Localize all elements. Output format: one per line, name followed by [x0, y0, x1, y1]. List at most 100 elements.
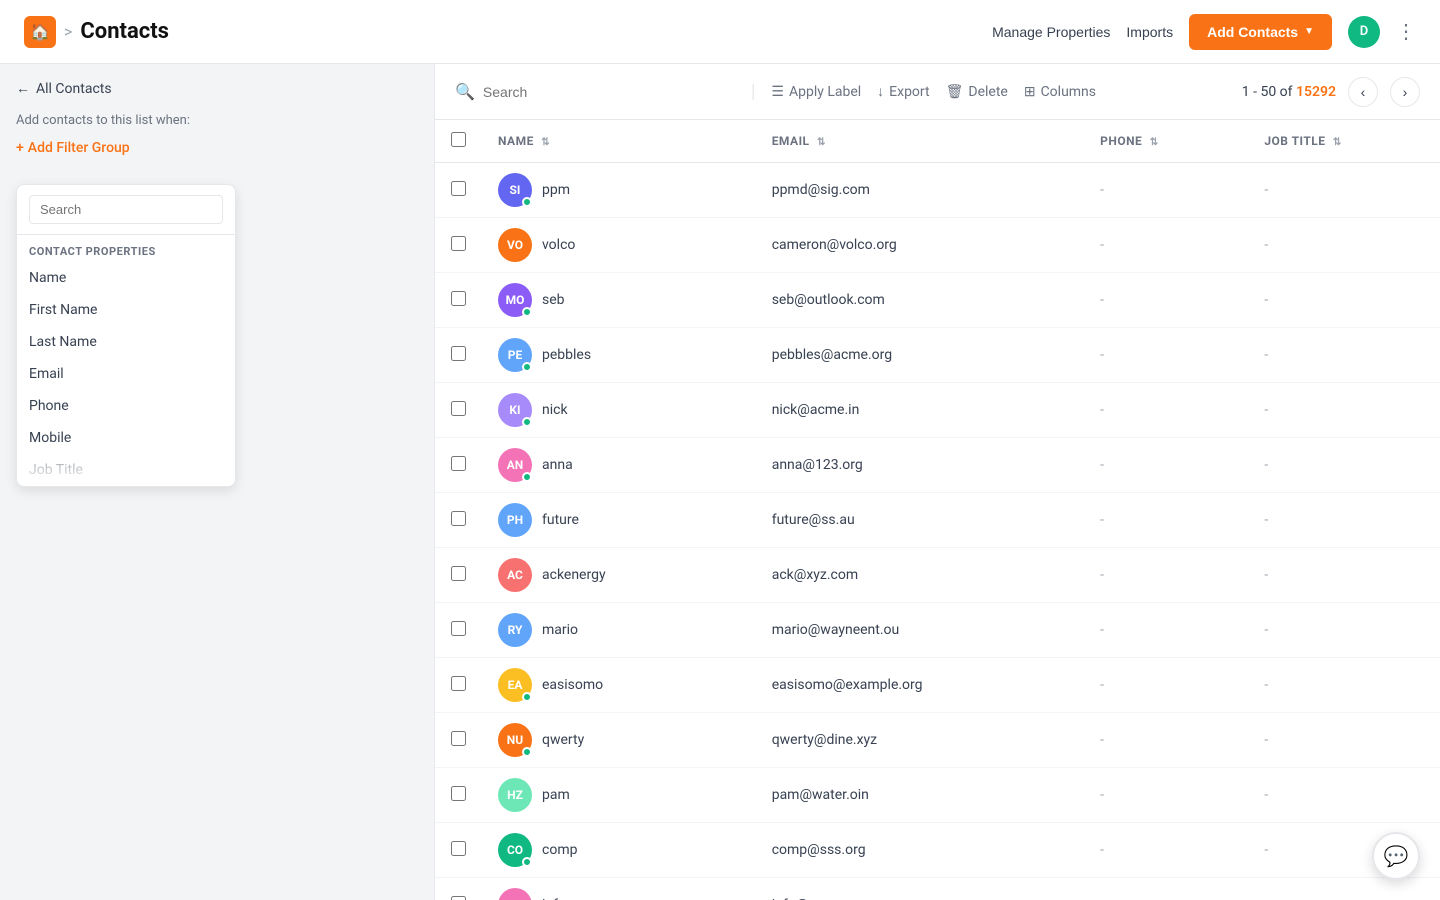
dropdown-item-name[interactable]: Name: [17, 262, 235, 294]
next-page-button[interactable]: ›: [1390, 77, 1420, 107]
imports-button[interactable]: Imports: [1126, 24, 1173, 40]
job-title-column-header[interactable]: JOB TITLE ⇅: [1248, 120, 1440, 163]
job-title-cell: -: [1248, 603, 1440, 658]
main-layout: ← All Contacts Add contacts to this list…: [0, 64, 1440, 900]
top-header: 🏠 > Contacts Manage Properties Imports A…: [0, 0, 1440, 64]
row-checkbox[interactable]: [451, 676, 466, 691]
row-checkbox[interactable]: [451, 896, 466, 900]
avatar-initials: HZ: [507, 788, 523, 802]
table-row[interactable]: HZ pam pam@water.oin - -: [435, 768, 1440, 823]
table-row[interactable]: AN info info@acme.com - -: [435, 878, 1440, 900]
row-checkbox-cell: [435, 768, 482, 823]
contact-phone: -: [1100, 567, 1104, 583]
dropdown-item-last-name[interactable]: Last Name: [17, 326, 235, 358]
phone-cell: -: [1084, 273, 1248, 328]
add-filter-group-button[interactable]: + Add Filter Group: [16, 140, 418, 156]
contact-name[interactable]: comp: [542, 842, 577, 858]
contact-email: ack@xyz.com: [772, 567, 858, 583]
row-checkbox[interactable]: [451, 236, 466, 251]
contact-name[interactable]: mario: [542, 622, 578, 638]
contact-name[interactable]: easisomo: [542, 677, 603, 693]
apply-label-button[interactable]: ☰ Apply Label: [771, 84, 861, 100]
table-row[interactable]: PE pebbles pebbles@acme.org - -: [435, 328, 1440, 383]
table-row[interactable]: MO seb seb@outlook.com - -: [435, 273, 1440, 328]
pagination-info: 1 - 50 of 15292: [1242, 84, 1336, 100]
job-title-cell: -: [1248, 768, 1440, 823]
filter-dropdown-panel: CONTACT PROPERTIES Name First Name Last …: [16, 184, 236, 487]
add-contacts-button[interactable]: Add Contacts ▼: [1189, 14, 1332, 50]
table-row[interactable]: EA easisomo easisomo@example.org - -: [435, 658, 1440, 713]
name-cell: NU qwerty: [482, 713, 756, 768]
table-row[interactable]: PH future future@ss.au - -: [435, 493, 1440, 548]
export-button[interactable]: ↓ Export: [877, 83, 929, 100]
delete-button[interactable]: 🗑 Delete: [946, 84, 1008, 100]
name-cell: EA easisomo: [482, 658, 756, 713]
table-row[interactable]: VO volco cameron@volco.org - -: [435, 218, 1440, 273]
columns-button[interactable]: ⊞ Columns: [1024, 84, 1096, 100]
phone-cell: -: [1084, 658, 1248, 713]
contact-name[interactable]: qwerty: [542, 732, 584, 748]
back-link[interactable]: ← All Contacts: [16, 80, 418, 97]
dropdown-search-input[interactable]: [29, 195, 223, 224]
email-cell: cameron@volco.org: [756, 218, 1084, 273]
table-row[interactable]: AC ackenergy ack@xyz.com - -: [435, 548, 1440, 603]
avatar: D: [1348, 16, 1380, 48]
dropdown-item-first-name[interactable]: First Name: [17, 294, 235, 326]
row-checkbox[interactable]: [451, 181, 466, 196]
contact-name[interactable]: volco: [542, 237, 575, 253]
table-row[interactable]: RY mario mario@wayneent.ou - -: [435, 603, 1440, 658]
contact-name[interactable]: seb: [542, 292, 565, 308]
dropdown-item-phone[interactable]: Phone: [17, 390, 235, 422]
row-checkbox[interactable]: [451, 841, 466, 856]
row-checkbox[interactable]: [451, 511, 466, 526]
home-icon[interactable]: 🏠: [24, 16, 56, 48]
contact-email: pam@water.oin: [772, 787, 869, 803]
contact-name[interactable]: anna: [542, 457, 573, 473]
contact-phone: -: [1100, 622, 1104, 638]
row-checkbox[interactable]: [451, 401, 466, 416]
export-label: Export: [889, 84, 929, 100]
phone-cell: -: [1084, 438, 1248, 493]
row-checkbox[interactable]: [451, 731, 466, 746]
contact-name[interactable]: ackenergy: [542, 567, 606, 583]
contact-name[interactable]: ppm: [542, 182, 570, 198]
contact-email: comp@sss.org: [772, 842, 866, 858]
contact-cell: VO volco: [498, 228, 740, 262]
table-row[interactable]: CO comp comp@sss.org - -: [435, 823, 1440, 878]
contact-name[interactable]: pam: [542, 787, 570, 803]
chat-bubble-button[interactable]: 💬: [1372, 832, 1420, 880]
phone-column-header[interactable]: PHONE ⇅: [1084, 120, 1248, 163]
row-checkbox-cell: [435, 878, 482, 900]
manage-properties-button[interactable]: Manage Properties: [992, 24, 1110, 40]
dropdown-item-mobile[interactable]: Mobile: [17, 422, 235, 454]
contact-cell: PH future: [498, 503, 740, 537]
dropdown-item-email[interactable]: Email: [17, 358, 235, 390]
row-checkbox[interactable]: [451, 786, 466, 801]
table-row[interactable]: NU qwerty qwerty@dine.xyz - -: [435, 713, 1440, 768]
search-input[interactable]: [483, 84, 735, 100]
dropdown-item-job-title[interactable]: Job Title: [17, 454, 235, 486]
select-all-checkbox[interactable]: [451, 132, 466, 147]
row-checkbox[interactable]: [451, 346, 466, 361]
contact-name[interactable]: nick: [542, 402, 568, 418]
name-cell: SI ppm: [482, 163, 756, 218]
row-checkbox-cell: [435, 823, 482, 878]
row-checkbox-cell: [435, 163, 482, 218]
contact-phone: -: [1100, 402, 1104, 418]
row-checkbox[interactable]: [451, 456, 466, 471]
more-options-button[interactable]: ⋮: [1396, 19, 1416, 44]
row-checkbox[interactable]: [451, 291, 466, 306]
phone-sort-icon: ⇅: [1150, 137, 1159, 148]
prev-page-button[interactable]: ‹: [1348, 77, 1378, 107]
row-checkbox[interactable]: [451, 621, 466, 636]
row-checkbox[interactable]: [451, 566, 466, 581]
contact-name[interactable]: pebbles: [542, 347, 591, 363]
name-column-header[interactable]: NAME ⇅: [482, 120, 756, 163]
email-column-header[interactable]: EMAIL ⇅: [756, 120, 1084, 163]
table-row[interactable]: AN anna anna@123.org - -: [435, 438, 1440, 493]
table-row[interactable]: SI ppm ppmd@sig.com - -: [435, 163, 1440, 218]
contact-job-title: -: [1264, 567, 1268, 583]
contact-name[interactable]: future: [542, 512, 579, 528]
table-row[interactable]: KI nick nick@acme.in - -: [435, 383, 1440, 438]
avatar-initials: RY: [508, 623, 523, 637]
